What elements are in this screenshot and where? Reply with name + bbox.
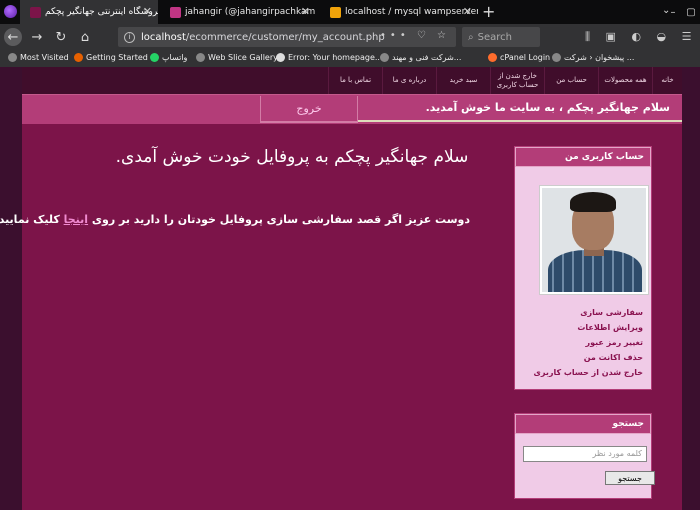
menu-item-my-account[interactable]: حساب من bbox=[544, 67, 598, 94]
menu-item-contact[interactable]: تماس با ما bbox=[328, 67, 382, 94]
menu-item-home[interactable]: خانه bbox=[652, 67, 682, 94]
info-icon[interactable]: i bbox=[124, 31, 135, 43]
search-icon: ⌕ bbox=[468, 31, 474, 43]
globe-icon bbox=[552, 53, 561, 62]
bookmark-item[interactable]: پیشخوان ‹ شرکت ... bbox=[552, 53, 634, 62]
divider bbox=[358, 120, 682, 122]
minimize-icon[interactable]: – bbox=[664, 0, 682, 24]
welcome-message: سلام جهانگیر پچکم ، به سایت ما خوش آمدید… bbox=[425, 101, 670, 114]
forward-icon[interactable]: → bbox=[28, 28, 46, 46]
site-menu: خانه همه محصولات حساب من خارج شدن از حسا… bbox=[22, 67, 682, 94]
menu-item-cart[interactable]: سبد خرید bbox=[436, 67, 490, 94]
link-logout[interactable]: خارج شدن از حساب کاربری bbox=[534, 365, 643, 380]
menu-item-logout[interactable]: خارج شدن از حساب کاربری bbox=[490, 67, 544, 94]
firefox-icon bbox=[74, 53, 83, 62]
tab-title: localhost / mysql wampserver / ec bbox=[345, 7, 478, 17]
url-bar[interactable]: i localhost /ecommerce/customer/my_accou… bbox=[118, 27, 456, 47]
back-icon[interactable]: ← bbox=[4, 28, 22, 46]
customize-link[interactable]: اینجا bbox=[64, 213, 88, 226]
navigation-bar: ← → ↻ ⌂ i localhost /ecommerce/customer/… bbox=[0, 24, 700, 50]
bookmark-item[interactable]: Getting Started bbox=[74, 53, 148, 62]
gear-icon bbox=[8, 53, 17, 62]
close-icon[interactable]: ✕ bbox=[301, 5, 310, 18]
menu-item-all-products[interactable]: همه محصولات bbox=[598, 67, 652, 94]
page-actions[interactable]: ••• ♡ ☆ bbox=[380, 30, 450, 41]
toolbar-icons[interactable]: ⫼ ▣ ◐ ◒ ☰ bbox=[585, 30, 698, 44]
phpmyadmin-icon bbox=[330, 6, 341, 18]
bookmark-item[interactable]: Most Visited bbox=[8, 53, 69, 62]
account-links: سفارشی سازی ویرایش اطلاعات تغییر رمز عبو… bbox=[534, 305, 643, 380]
link-customize[interactable]: سفارشی سازی bbox=[534, 305, 643, 320]
whatsapp-icon bbox=[150, 53, 159, 62]
tab-instagram[interactable]: jahangir (@jahangirpachkam) • Ins ✕ bbox=[160, 0, 316, 24]
tab-title: فروشگاه اینترنتی جهانگیر پچکم bbox=[45, 7, 158, 17]
link-change-password[interactable]: تغییر رمز عبور bbox=[534, 335, 643, 350]
bookmark-item[interactable]: Web Slice Gallery bbox=[196, 53, 278, 62]
my-account-title: حساب کاربری من bbox=[515, 147, 651, 167]
note-text-end: کلیک نمایید. bbox=[0, 213, 64, 226]
link-edit-info[interactable]: ویرایش اطلاعات bbox=[534, 320, 643, 335]
reload-icon[interactable]: ↻ bbox=[52, 28, 70, 46]
welcome-bar: سلام جهانگیر پچکم ، به سایت ما خوش آمدید… bbox=[22, 94, 682, 124]
tab-title: jahangir (@jahangirpachkam) • Ins bbox=[185, 7, 316, 17]
search-input[interactable]: ⌕ Search bbox=[462, 27, 540, 47]
maximize-icon[interactable]: ▢ bbox=[682, 0, 700, 24]
firefox-menu-icon[interactable] bbox=[4, 5, 17, 18]
url-path: /ecommerce/customer/my_account.php bbox=[185, 31, 385, 43]
link-delete-account[interactable]: حذف اکانت من bbox=[534, 350, 643, 365]
home-icon[interactable]: ⌂ bbox=[76, 28, 94, 46]
url-host: localhost bbox=[141, 31, 186, 43]
tab-phpmyadmin[interactable]: localhost / mysql wampserver / ec ✕ bbox=[320, 0, 478, 24]
globe-icon bbox=[196, 53, 205, 62]
menu-item-about[interactable]: درباره ی ما bbox=[382, 67, 436, 94]
site-search-input[interactable]: کلمه مورد نظر bbox=[523, 446, 647, 462]
page-viewport: خانه همه محصولات حساب من خارج شدن از حسا… bbox=[0, 67, 700, 510]
window-controls: – ▢ bbox=[664, 0, 700, 24]
my-account-box: حساب کاربری من سفارشی سازی ویرایش اطلاعا… bbox=[514, 146, 652, 390]
tab-bar: فروشگاه اینترنتی جهانگیر پچکم ✕ jahangir… bbox=[0, 0, 700, 24]
close-icon[interactable]: ✕ bbox=[143, 5, 152, 18]
search-placeholder: Search bbox=[477, 31, 512, 43]
tab-favicon-icon bbox=[30, 6, 41, 18]
bookmarks-bar: Most Visited Getting Started واتساپ Web … bbox=[0, 50, 700, 67]
globe-icon bbox=[380, 53, 389, 62]
bookmark-item[interactable]: Error: Your homepage... bbox=[276, 53, 383, 62]
page-icon bbox=[276, 53, 285, 62]
search-box: جستجو کلمه مورد نظر جستجو bbox=[514, 413, 655, 499]
bookmark-item[interactable]: cPanel Login bbox=[488, 53, 550, 62]
search-button[interactable]: جستجو bbox=[605, 471, 655, 485]
new-tab-icon[interactable]: + bbox=[482, 2, 495, 21]
page-title: سلام جهانگیر پچکم به پروفایل خودت خوش آم… bbox=[115, 147, 469, 167]
note-text: دوست عزیز اگر قصد سفارشی سازی پروفایل خو… bbox=[88, 213, 470, 226]
tab-shop[interactable]: فروشگاه اینترنتی جهانگیر پچکم ✕ bbox=[20, 0, 158, 24]
avatar bbox=[539, 185, 649, 295]
logout-button[interactable]: خروج bbox=[260, 96, 358, 123]
instagram-icon bbox=[170, 6, 181, 18]
site-container: خانه همه محصولات حساب من خارج شدن از حسا… bbox=[0, 67, 682, 510]
customize-note: دوست عزیز اگر قصد سفارشی سازی پروفایل خو… bbox=[0, 213, 470, 226]
bookmark-item[interactable]: واتساپ bbox=[150, 53, 187, 62]
cpanel-icon bbox=[488, 53, 497, 62]
close-icon[interactable]: ✕ bbox=[463, 5, 472, 18]
search-box-title: جستجو bbox=[515, 414, 651, 434]
bookmark-item[interactable]: شرکت فنی و مهند... bbox=[380, 53, 461, 62]
